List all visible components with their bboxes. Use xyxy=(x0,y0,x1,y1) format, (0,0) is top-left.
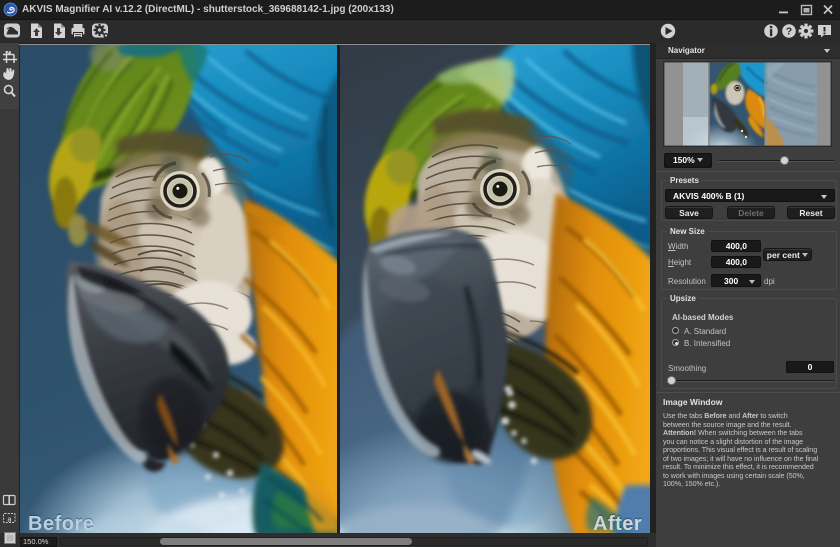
svg-text:?: ? xyxy=(786,26,792,38)
svg-text:a: a xyxy=(8,517,12,524)
